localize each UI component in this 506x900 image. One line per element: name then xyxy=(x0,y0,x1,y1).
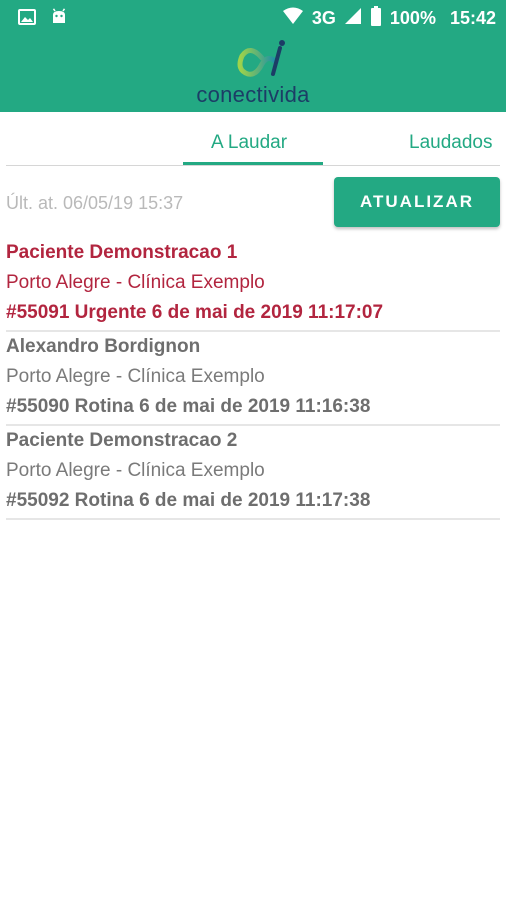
tab-a-laudar[interactable]: A Laudar xyxy=(211,132,287,154)
status-bar: 3G 100% 15:42 xyxy=(0,0,506,36)
tab-active-indicator xyxy=(183,162,323,165)
exam-meta: #55091 Urgente 6 de mai de 2019 11:17:07 xyxy=(6,302,384,323)
patient-name: Paciente Demonstracao 2 xyxy=(6,430,238,451)
app-header: conectivida xyxy=(0,36,506,112)
clock: 15:42 xyxy=(449,8,496,28)
image-icon xyxy=(18,8,36,31)
tab-laudados[interactable]: Laudados xyxy=(409,132,492,154)
tab-divider xyxy=(6,165,500,166)
list-item[interactable]: Alexandro Bordignon Porto Alegre - Clíni… xyxy=(6,332,500,426)
exam-list: Paciente Demonstracao 1 Porto Alegre - C… xyxy=(6,238,500,520)
exam-location: Porto Alegre - Clínica Exemplo xyxy=(6,272,265,293)
patient-name: Alexandro Bordignon xyxy=(6,336,201,357)
wifi-icon xyxy=(282,7,304,30)
tab-bar: A Laudar Laudados xyxy=(0,112,506,170)
last-update-text: Últ. at. 06/05/19 15:37 xyxy=(6,193,184,213)
refresh-button[interactable]: ATUALIZAR xyxy=(334,177,500,227)
list-item[interactable]: Paciente Demonstracao 1 Porto Alegre - C… xyxy=(6,238,500,332)
android-icon xyxy=(50,8,68,31)
battery-level: 100% xyxy=(389,8,436,28)
patient-name: Paciente Demonstracao 1 xyxy=(6,242,238,263)
logo-text: conectivida xyxy=(196,82,310,107)
exam-location: Porto Alegre - Clínica Exemplo xyxy=(6,460,265,481)
battery-icon xyxy=(370,6,382,31)
exam-location: Porto Alegre - Clínica Exemplo xyxy=(6,366,265,387)
list-item[interactable]: Paciente Demonstracao 2 Porto Alegre - C… xyxy=(6,426,500,520)
exam-meta: #55092 Rotina 6 de mai de 2019 11:17:38 xyxy=(6,490,371,511)
exam-meta: #55090 Rotina 6 de mai de 2019 11:16:38 xyxy=(6,396,371,417)
network-type: 3G xyxy=(311,8,336,28)
signal-icon xyxy=(344,7,362,30)
